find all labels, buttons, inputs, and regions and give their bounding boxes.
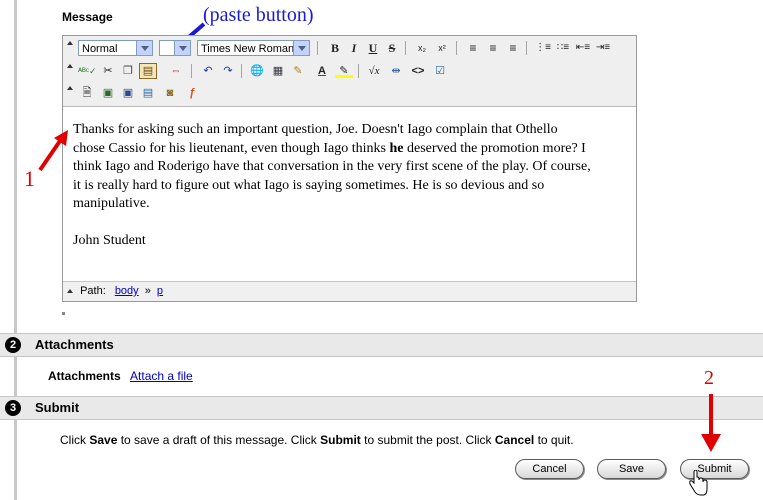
- attach-file-link[interactable]: Attach a file: [130, 369, 193, 383]
- submit-section-header: 3 Submit: [0, 396, 763, 420]
- editor-toolbar: Normal Times New Roman B I U S x₂ x² ≡ ≡…: [63, 36, 636, 107]
- html-source-icon[interactable]: <>: [409, 63, 427, 79]
- font-select-value: Times New Roman: [201, 43, 295, 55]
- paste-icon[interactable]: ▤: [139, 63, 157, 79]
- format-select[interactable]: Normal: [78, 40, 153, 56]
- font-color-icon[interactable]: A: [313, 63, 331, 79]
- save-button[interactable]: Save: [597, 459, 666, 479]
- instruction-text: to submit the post. Click: [360, 433, 495, 447]
- format-select-value: Normal: [82, 43, 118, 55]
- toolbar-collapse-icon[interactable]: [67, 41, 73, 45]
- indent-icon[interactable]: ⇥≡: [594, 40, 612, 56]
- instruction-text: Click: [60, 433, 90, 447]
- toolbar-collapse-icon[interactable]: [67, 64, 73, 68]
- bullet-list-icon[interactable]: ∷≡: [554, 40, 572, 56]
- toolbar-separator: [456, 41, 457, 55]
- chevron-down-icon: [293, 41, 309, 55]
- outdent-icon[interactable]: ⇤≡: [574, 40, 592, 56]
- instruction-save-word: Save: [89, 433, 118, 447]
- toolbar-separator: [405, 41, 406, 55]
- path-collapse-icon[interactable]: [67, 289, 73, 293]
- annotation-arrow-red: [701, 394, 721, 452]
- editor-signature: John Student: [73, 233, 146, 248]
- chevron-down-icon: [136, 41, 152, 55]
- submit-instructions: Click Save to save a draft of this messa…: [60, 433, 574, 447]
- bold-icon[interactable]: B: [326, 40, 344, 56]
- paste-special-icon[interactable]: ⇔: [167, 63, 185, 79]
- align-left-icon[interactable]: ≡: [464, 40, 482, 56]
- align-center-icon[interactable]: ≡: [484, 40, 502, 56]
- insert-applet-icon[interactable]: ◙: [161, 85, 179, 101]
- size-select[interactable]: [159, 40, 191, 56]
- attach-file-icon[interactable]: 🗎: [78, 85, 96, 101]
- instruction-text: to save a draft of this message. Click: [117, 433, 321, 447]
- toolbar-row-1: Normal Times New Roman B I U S x₂ x² ≡ ≡…: [63, 37, 636, 59]
- redo-icon[interactable]: ↷: [219, 63, 237, 79]
- annotation-arrow-red: [38, 130, 68, 172]
- instruction-submit-word: Submit: [320, 433, 361, 447]
- annotation-step-2: 2: [704, 367, 714, 389]
- section-title: Submit: [35, 400, 80, 415]
- page-left-border: [14, 0, 17, 336]
- insert-audio-icon[interactable]: ▤: [139, 85, 157, 101]
- toolbar-collapse-icon[interactable]: [67, 86, 73, 90]
- edit-note-icon[interactable]: ☑: [431, 63, 449, 79]
- spellcheck-icon[interactable]: ᴬᴮᶜ✓: [78, 63, 97, 79]
- path-p-link[interactable]: p: [157, 285, 163, 297]
- toolbar-row-2: ᴬᴮᶜ✓ ✂ ❐ ▤ ⇔ ↶ ↷ 🌐 ▦ ✎ A ✎ √x ⇹ <> ☑: [63, 60, 636, 82]
- section-title: Attachments: [35, 337, 114, 352]
- insert-media-icon[interactable]: ▣: [119, 85, 137, 101]
- toolbar-separator: [191, 64, 192, 78]
- highlight-icon[interactable]: ✎: [335, 63, 353, 78]
- align-right-icon[interactable]: ≡: [504, 40, 522, 56]
- underline-icon[interactable]: U: [364, 40, 382, 56]
- rule-icon[interactable]: ⇹: [387, 63, 405, 79]
- step-number-badge: 3: [5, 400, 21, 416]
- toolbar-separator: [317, 41, 318, 55]
- step-number-badge: 2: [5, 337, 21, 353]
- cut-icon[interactable]: ✂: [99, 63, 117, 79]
- toolbar-row-3: 🗎 ▣ ▣ ▤ ◙ ƒ: [63, 82, 636, 104]
- table-icon[interactable]: ▦: [269, 63, 287, 79]
- editor-path-bar: Path: body » p: [63, 281, 636, 301]
- attachments-row: Attachments Attach a file: [48, 369, 193, 383]
- cancel-button[interactable]: Cancel: [515, 459, 584, 479]
- insert-image-icon[interactable]: ▣: [99, 85, 117, 101]
- strikethrough-icon[interactable]: S: [383, 40, 401, 56]
- chevron-down-icon: [174, 41, 190, 55]
- italic-icon[interactable]: I: [345, 40, 363, 56]
- equation-icon[interactable]: √x: [365, 63, 383, 79]
- pencil-icon[interactable]: ✎: [289, 63, 307, 79]
- font-select[interactable]: Times New Roman: [197, 40, 310, 56]
- flash-icon[interactable]: ƒ: [183, 85, 201, 101]
- copy-icon[interactable]: ❐: [119, 63, 137, 79]
- instruction-text: to quit.: [534, 433, 574, 447]
- instruction-cancel-word: Cancel: [494, 433, 535, 447]
- editor-bold-text: he: [389, 140, 404, 156]
- editor-content-area[interactable]: Thanks for asking such an important ques…: [73, 121, 593, 251]
- path-label: Path:: [80, 285, 106, 297]
- annotation-paste-label: (paste button): [203, 4, 314, 26]
- divider-dot: [62, 312, 65, 315]
- message-editor[interactable]: Normal Times New Roman B I U S x₂ x² ≡ ≡…: [62, 35, 637, 302]
- numbered-list-icon[interactable]: ⋮≡: [534, 40, 552, 56]
- path-separator: »: [144, 285, 151, 297]
- superscript-icon[interactable]: x²: [433, 40, 451, 56]
- attachments-section-header: 2 Attachments: [0, 333, 763, 357]
- hand-cursor-icon: [689, 470, 708, 496]
- toolbar-separator: [358, 64, 359, 78]
- editor-paragraph: Thanks for asking such an important ques…: [73, 121, 593, 214]
- page-left-border: [14, 356, 17, 500]
- undo-icon[interactable]: ↶: [199, 63, 217, 79]
- attachments-label: Attachments: [48, 369, 121, 383]
- subscript-icon[interactable]: x₂: [413, 40, 431, 56]
- message-label: Message: [62, 10, 113, 24]
- link-icon[interactable]: 🌐: [248, 63, 266, 79]
- toolbar-separator: [526, 41, 527, 55]
- path-body-link[interactable]: body: [115, 285, 139, 297]
- toolbar-separator: [241, 64, 242, 78]
